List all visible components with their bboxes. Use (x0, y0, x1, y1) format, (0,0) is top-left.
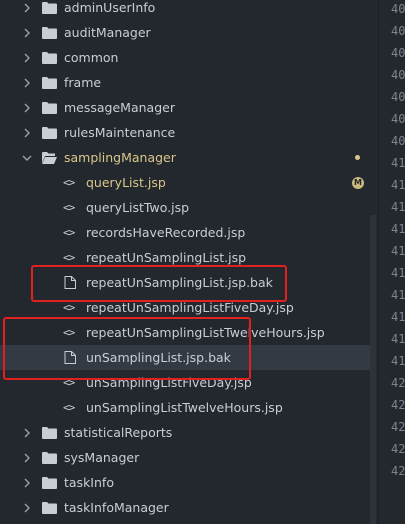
line-number: 40 (391, 68, 405, 82)
line-number: 41 (391, 332, 405, 346)
explorer-scrollbar[interactable] (370, 215, 376, 524)
item-label: common (64, 50, 119, 65)
chevron-right-icon[interactable] (22, 3, 32, 13)
folder-item[interactable]: rulesMaintenance (0, 120, 370, 145)
line-number: 40 (391, 90, 405, 104)
folder-icon (42, 426, 57, 439)
item-label: messageManager (64, 100, 175, 115)
item-label: queryList.jsp (86, 175, 166, 190)
item-label: repeatUnSamplingList.jsp (86, 250, 247, 265)
chevron-right-icon[interactable] (22, 78, 32, 88)
folder-item[interactable]: messageManager (0, 95, 370, 120)
chevron-right-icon[interactable] (22, 103, 32, 113)
line-number: 42 (391, 376, 405, 390)
folder-icon (42, 1, 57, 14)
item-label: auditManager (64, 25, 151, 40)
folder-icon (42, 51, 57, 64)
line-number: 40 (391, 134, 405, 148)
folder-item[interactable]: auditManager (0, 20, 370, 45)
line-number: 41 (391, 354, 405, 368)
line-number: 42 (391, 442, 405, 456)
folder-open-icon (42, 151, 57, 164)
line-number: 41 (391, 266, 405, 280)
folder-item[interactable]: samplingManager (0, 145, 370, 170)
chevron-right-icon[interactable] (22, 478, 32, 488)
annotation-box-repeat-bak (31, 265, 287, 302)
chevron-right-icon[interactable] (22, 428, 32, 438)
line-number: 42 (391, 420, 405, 434)
folder-item[interactable]: taskInfoManager (0, 495, 370, 520)
line-number: 40 (391, 24, 405, 38)
line-number: 41 (391, 244, 405, 258)
item-label: queryListTwo.jsp (86, 200, 190, 215)
file-item[interactable]: <> queryList.jsp M (0, 170, 370, 195)
modified-badge: M (352, 176, 364, 189)
folder-item[interactable]: frame (0, 70, 370, 95)
line-number: 41 (391, 310, 405, 324)
folder-icon (42, 126, 57, 139)
code-file-icon: <> (63, 201, 75, 214)
chevron-right-icon[interactable] (22, 53, 32, 63)
folder-icon (42, 476, 57, 489)
folder-icon (42, 76, 57, 89)
chevron-right-icon[interactable] (22, 453, 32, 463)
line-number: 41 (391, 222, 405, 236)
line-number: 40 (391, 2, 405, 16)
chevron-right-icon[interactable] (22, 128, 32, 138)
line-number-gutter: 40 40 40 40 40 40 40 41 41 41 41 41 41 41 41 41 41 42 42 42… (378, 0, 405, 524)
folder-item[interactable]: taskInfo (0, 470, 370, 495)
file-explorer: adminUserInfo auditManager common frame mess… (0, 0, 370, 524)
item-label: unSamplingListTwelveHours.jsp (86, 400, 283, 415)
file-item[interactable]: <> unSamplingListTwelveHours.jsp (0, 395, 370, 420)
chevron-right-icon[interactable] (22, 503, 32, 513)
code-file-icon: <> (63, 401, 75, 414)
item-label: rulesMaintenance (64, 125, 176, 140)
folder-item[interactable]: statisticalReports (0, 420, 370, 445)
item-label: recordsHaveRecorded.jsp (86, 225, 246, 240)
item-label: statisticalReports (64, 425, 173, 440)
item-label: adminUserInfo (64, 0, 156, 15)
item-label: samplingManager (64, 150, 176, 165)
line-number: 42 (391, 464, 405, 478)
line-number: 41 (391, 178, 405, 192)
line-number: 41 (391, 156, 405, 170)
folder-item[interactable]: common (0, 45, 370, 70)
line-number: 40 (391, 112, 405, 126)
code-file-icon: <> (63, 226, 75, 239)
annotation-box-twelve-hours-and-bak (3, 317, 251, 380)
folder-item[interactable]: adminUserInfo (0, 0, 370, 20)
code-file-icon: <> (63, 176, 75, 189)
item-label: sysManager (64, 450, 140, 465)
line-number: 41 (391, 200, 405, 214)
line-number: 42 (391, 398, 405, 412)
item-label: taskInfo (64, 475, 114, 490)
code-file-icon: <> (63, 301, 75, 314)
folder-icon (42, 101, 57, 114)
item-label: frame (64, 75, 102, 90)
folder-icon (42, 26, 57, 39)
chevron-down-icon[interactable] (22, 153, 32, 163)
code-file-icon: <> (63, 251, 75, 264)
modified-dot-icon (355, 155, 360, 160)
item-label: repeatUnSamplingListFiveDay.jsp (86, 300, 294, 315)
chevron-right-icon[interactable] (22, 28, 32, 38)
line-number: 41 (391, 288, 405, 302)
folder-icon (42, 451, 57, 464)
item-label: taskInfoManager (64, 500, 169, 515)
file-item[interactable]: <> recordsHaveRecorded.jsp (0, 220, 370, 245)
folder-item[interactable]: sysManager (0, 445, 370, 470)
folder-icon (42, 501, 57, 514)
file-item[interactable]: <> queryListTwo.jsp (0, 195, 370, 220)
line-number: 40 (391, 46, 405, 60)
